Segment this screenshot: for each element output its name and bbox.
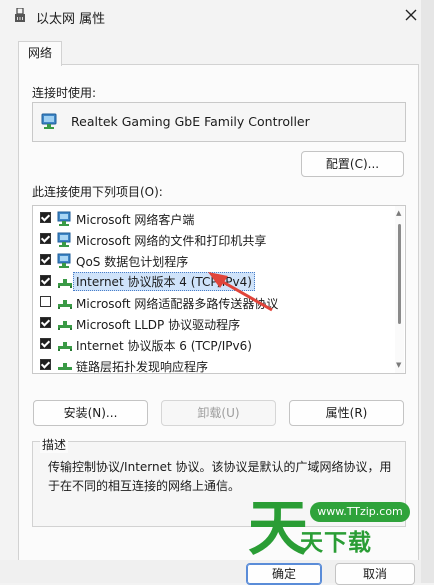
description-text: 传输控制协议/Internet 协议。该协议是默认的广域网络协议，用于在不同的相… [48, 460, 392, 493]
network-ethernet-icon [15, 8, 25, 22]
list-scrollbar[interactable]: ▲ ▼ [395, 206, 404, 373]
checkbox[interactable] [40, 296, 51, 307]
description-title: 描述 [40, 436, 69, 453]
list-item-label: Microsoft 网络的文件和打印机共享 [76, 234, 267, 248]
items-label: 此连接使用下列项目(O): [32, 185, 163, 199]
list-item[interactable]: 链路层拓扑发现响应程序 [33, 355, 395, 374]
list-item-label: Microsoft 网络客户端 [76, 213, 195, 227]
protocol-icon [58, 342, 72, 351]
scroll-down-icon[interactable]: ▼ [396, 361, 401, 369]
checkbox[interactable] [40, 233, 51, 244]
cancel-button[interactable]: 取消 [335, 563, 415, 585]
ok-button[interactable]: 确定 [246, 563, 322, 585]
list-item[interactable]: Microsoft 网络的文件和打印机共享 [33, 229, 395, 250]
checkbox[interactable] [40, 275, 51, 286]
red-arrow-annotation [208, 272, 273, 312]
checkbox[interactable] [40, 359, 51, 370]
scroll-thumb[interactable] [398, 224, 401, 324]
scroll-up-icon[interactable]: ▲ [396, 209, 401, 217]
window-title: 以太网 属性 [36, 12, 106, 27]
list-item-label: Microsoft LLDP 协议驱动程序 [76, 318, 241, 332]
connect-using-label: 连接时使用: [32, 86, 97, 100]
title-bar: 以太网 属性 [0, 0, 421, 32]
tab-network[interactable]: 网络 [18, 41, 62, 66]
protocol-icon [58, 321, 72, 330]
install-button[interactable]: 安装(N)... [33, 400, 148, 426]
properties-dialog: 以太网 属性 网络 连接时使用: Realtek Gaming GbE Fami… [0, 0, 422, 585]
checkbox[interactable] [40, 254, 51, 265]
checkbox[interactable] [40, 317, 51, 328]
network-client-icon [57, 211, 71, 226]
watermark-name: 天下载 [300, 530, 372, 556]
checkbox[interactable] [40, 212, 51, 223]
list-item[interactable]: Microsoft LLDP 协议驱动程序 [33, 313, 395, 334]
protocol-icon [58, 363, 72, 370]
list-item-label: Internet 协议版本 6 (TCP/IPv6) [76, 339, 252, 353]
checkbox[interactable] [40, 338, 51, 349]
protocol-icon [58, 300, 72, 309]
list-item-label: QoS 数据包计划程序 [76, 255, 189, 269]
adapter-box: Realtek Gaming GbE Family Controller [32, 102, 406, 142]
network-share-icon [57, 232, 71, 247]
list-item[interactable]: Internet 协议版本 6 (TCP/IPv6) [33, 334, 395, 355]
list-item[interactable]: Microsoft 网络客户端 [33, 208, 395, 229]
dialog-footer: 确定 取消 [0, 560, 421, 585]
properties-button[interactable]: 属性(R) [289, 400, 404, 426]
protocol-icon [58, 279, 72, 288]
network-adapter-icon [41, 113, 57, 129]
close-icon[interactable] [404, 8, 418, 22]
list-item-label: 链路层拓扑发现响应程序 [76, 360, 209, 374]
adapter-name: Realtek Gaming GbE Family Controller [71, 114, 310, 129]
network-client-icon [57, 253, 71, 268]
watermark-url: www.TTzip.com [310, 502, 410, 522]
background-strip [421, 0, 434, 583]
configure-button[interactable]: 配置(C)... [301, 151, 404, 177]
uninstall-button[interactable]: 卸载(U) [161, 400, 276, 426]
